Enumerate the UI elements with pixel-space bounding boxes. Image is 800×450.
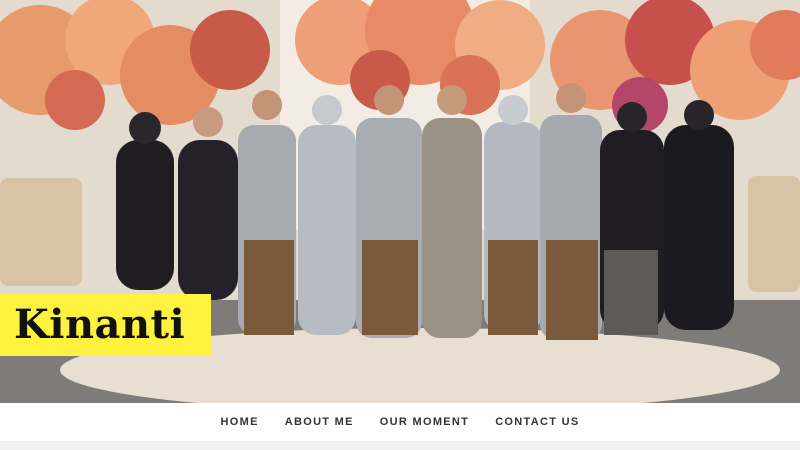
nav-our-moment[interactable]: OUR MOMENT <box>380 416 469 428</box>
nav-contact-us[interactable]: CONTACT US <box>495 416 579 428</box>
main-navigation: HOME ABOUT ME OUR MOMENT CONTACT US <box>0 403 800 441</box>
content-divider <box>0 441 800 450</box>
nav-about-me[interactable]: ABOUT ME <box>285 416 354 428</box>
chair-right <box>748 176 800 292</box>
nav-home[interactable]: HOME <box>221 416 259 428</box>
chair-left <box>0 178 82 286</box>
site-title-box: Kinanti <box>0 294 211 356</box>
site-title[interactable]: Kinanti <box>14 305 185 345</box>
